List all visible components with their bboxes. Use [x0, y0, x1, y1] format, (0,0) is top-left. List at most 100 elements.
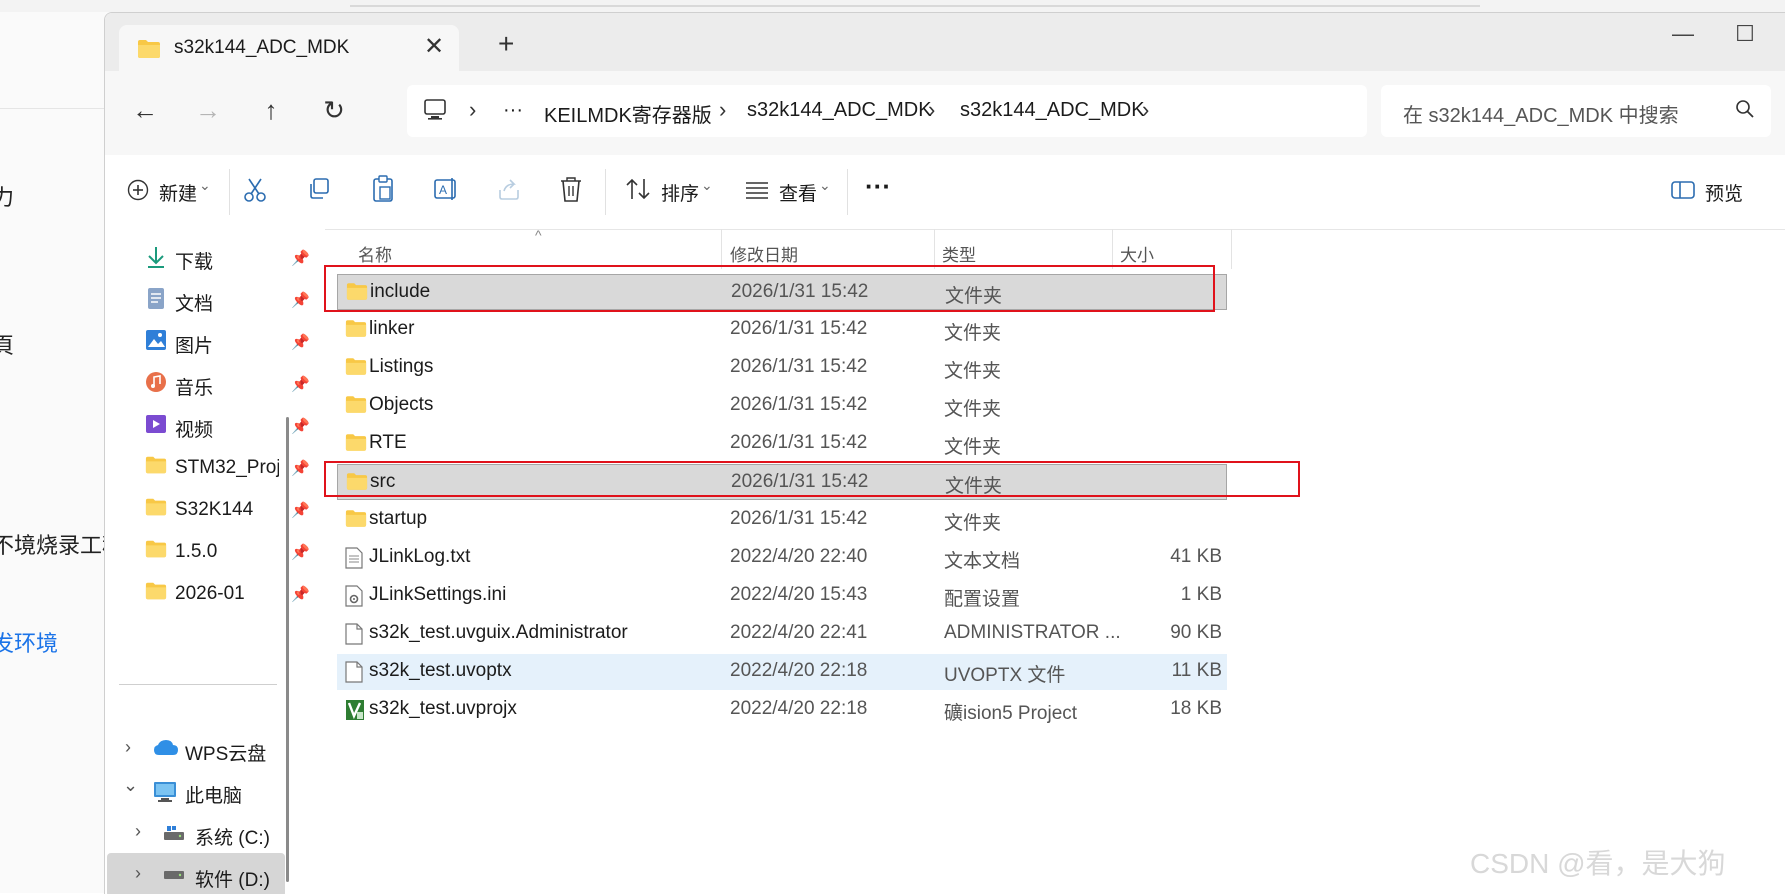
new-tab-button[interactable]: +: [498, 28, 514, 60]
file-row-listings[interactable]: Listings 2026/1/31 15:42 文件夹: [337, 350, 1227, 386]
preview-button[interactable]: 预览: [1705, 179, 1743, 206]
sidebar-item-s32k144[interactable]: S32K144 📌: [145, 491, 325, 531]
breadcrumb-separator[interactable]: ›: [1142, 97, 1149, 123]
sidebar-item-this-pc[interactable]: ⌄ 此电脑: [105, 773, 285, 813]
file-row-s32k-test-uvprojx[interactable]: s32k_test.uvprojx 2022/4/20 22:18 礦ision5 …: [337, 692, 1227, 728]
file-date: 2022/4/20 22:18: [730, 660, 868, 681]
settings-file-icon: [345, 585, 363, 612]
file-row-rte[interactable]: RTE 2026/1/31 15:42 文件夹: [337, 426, 1227, 462]
breadcrumb-separator[interactable]: ›: [719, 97, 726, 123]
background-link[interactable]: 发环境: [0, 626, 58, 658]
column-divider[interactable]: [1112, 229, 1113, 269]
column-header-name[interactable]: 名称: [358, 241, 392, 266]
preview-pane-icon[interactable]: [1671, 181, 1695, 199]
file-row-startup[interactable]: startup 2026/1/31 15:42 文件夹: [337, 502, 1227, 538]
sidebar-item-pictures[interactable]: 图片 📌: [145, 323, 325, 363]
column-header-size[interactable]: 大小: [1120, 241, 1154, 266]
chevron-right-icon[interactable]: ›: [135, 863, 141, 884]
toolbar-divider: [605, 169, 606, 215]
new-button[interactable]: 新建: [159, 179, 197, 206]
sort-icon[interactable]: [625, 177, 651, 201]
pin-icon[interactable]: 📌: [291, 291, 310, 309]
column-header-type[interactable]: 类型: [942, 241, 976, 266]
cut-icon[interactable]: [243, 177, 267, 203]
refresh-button[interactable]: ↻: [314, 95, 354, 126]
new-plus-icon[interactable]: [127, 179, 149, 201]
copy-icon[interactable]: [307, 177, 331, 201]
sidebar-item-drive-c[interactable]: › 系统 (C:): [105, 815, 285, 855]
sidebar-item-stm32-project[interactable]: STM32_Project 📌: [145, 449, 325, 489]
file-row-jlinksettings-ini[interactable]: JLinkSettings.ini 2022/4/20 15:43 配置设置 1 KB: [337, 578, 1227, 614]
file-row-linker[interactable]: linker 2026/1/31 15:42 文件夹: [337, 312, 1227, 348]
search-input[interactable]: 在 s32k144_ADC_MDK 中搜索: [1403, 99, 1679, 128]
sidebar-item-2026-01[interactable]: 2026-01 📌: [145, 575, 325, 615]
pin-icon[interactable]: 📌: [291, 459, 310, 477]
rename-icon[interactable]: A: [433, 177, 459, 201]
address-bar[interactable]: › ··· KEILMDK寄存器版 › s32k144_ADC_MDK › s3…: [407, 85, 1367, 137]
sidebar-item-label: 音乐: [175, 378, 214, 399]
chevron-down-icon[interactable]: ⌄: [701, 177, 713, 194]
paste-icon[interactable]: [371, 175, 395, 203]
computer-icon[interactable]: [423, 99, 447, 121]
pin-icon[interactable]: 📌: [291, 543, 310, 561]
folder-icon: [145, 540, 167, 558]
pin-icon[interactable]: 📌: [291, 585, 310, 603]
view-icon[interactable]: [745, 181, 769, 199]
more-options-button[interactable]: ···: [865, 171, 891, 202]
file-date: 2026/1/31 15:42: [730, 508, 868, 529]
breadcrumb-separator[interactable]: ›: [928, 97, 935, 123]
sidebar-item-downloads[interactable]: 下载 📌: [145, 239, 325, 279]
file-type: UVOPTX 文件: [944, 665, 1066, 686]
sidebar-item-1-5-0[interactable]: 1.5.0 📌: [145, 533, 325, 573]
pin-icon[interactable]: 📌: [291, 249, 310, 267]
maximize-button[interactable]: ☐: [1720, 21, 1770, 47]
sidebar-item-documents[interactable]: 文档 📌: [145, 281, 325, 321]
sidebar-item-drive-d[interactable]: › 软件 (D:): [105, 857, 285, 894]
delete-icon[interactable]: [559, 175, 583, 203]
breadcrumb-item[interactable]: KEILMDK寄存器版: [544, 99, 712, 128]
close-window-button[interactable]: ✕: [1780, 21, 1785, 47]
breadcrumb-item[interactable]: s32k144_ADC_MDK: [960, 99, 1145, 122]
forward-button[interactable]: →: [188, 95, 228, 126]
keil-project-icon: [345, 699, 365, 726]
file-type: 配置设置: [944, 589, 1021, 610]
pin-icon[interactable]: 📌: [291, 417, 310, 435]
column-divider[interactable]: [721, 229, 722, 269]
chevron-down-icon[interactable]: ⌄: [819, 177, 831, 194]
column-divider[interactable]: [934, 229, 935, 269]
chevron-down-icon[interactable]: ⌄: [123, 775, 138, 796]
chevron-down-icon[interactable]: ⌄: [199, 177, 211, 194]
folder-icon: [145, 456, 167, 474]
tab-close-icon[interactable]: ✕: [424, 32, 444, 61]
chevron-right-icon[interactable]: ›: [125, 737, 131, 758]
search-icon[interactable]: [1735, 99, 1755, 119]
pin-icon[interactable]: 📌: [291, 333, 310, 351]
share-icon[interactable]: [497, 177, 521, 201]
search-box[interactable]: 在 s32k144_ADC_MDK 中搜索: [1381, 85, 1771, 137]
file-row-s32k-test-uvguix-administrator[interactable]: s32k_test.uvguix.Administrator 2022/4/20 …: [337, 616, 1227, 652]
column-divider[interactable]: [1231, 229, 1232, 269]
breadcrumb-item[interactable]: s32k144_ADC_MDK: [747, 99, 932, 122]
sidebar-item-music[interactable]: 音乐 📌: [145, 365, 325, 405]
file-row-objects[interactable]: Objects 2026/1/31 15:42 文件夹: [337, 388, 1227, 424]
sidebar-scrollbar[interactable]: [286, 417, 289, 882]
toolbar-divider: [229, 169, 230, 215]
pin-icon[interactable]: 📌: [291, 501, 310, 519]
sidebar-item-label: 软件 (D:): [195, 870, 270, 891]
highlight-box-src: [324, 461, 1300, 497]
up-button[interactable]: ↑: [251, 95, 291, 126]
sidebar-item-videos[interactable]: 视频 📌: [145, 407, 325, 447]
tab-current-folder[interactable]: s32k144_ADC_MDK ✕: [119, 25, 459, 71]
file-row-s32k-test-uvoptx[interactable]: s32k_test.uvoptx 2022/4/20 22:18 UVOPTX 文件…: [337, 654, 1227, 690]
chevron-right-icon[interactable]: ›: [135, 821, 141, 842]
minimize-button[interactable]: —: [1658, 21, 1708, 47]
breadcrumb-more[interactable]: ···: [503, 99, 523, 122]
file-row-jlinklog-txt[interactable]: JLinkLog.txt 2022/4/20 22:40 文本文档 41 KB: [337, 540, 1227, 576]
sidebar-item-wps-cloud[interactable]: › WPS云盘: [105, 731, 285, 771]
pin-icon[interactable]: 📌: [291, 375, 310, 393]
column-header-date[interactable]: 修改日期: [730, 241, 798, 266]
back-button[interactable]: ←: [125, 95, 165, 126]
sort-button[interactable]: 排序: [661, 179, 699, 206]
breadcrumb-separator[interactable]: ›: [469, 97, 476, 123]
view-button[interactable]: 查看: [779, 179, 817, 206]
